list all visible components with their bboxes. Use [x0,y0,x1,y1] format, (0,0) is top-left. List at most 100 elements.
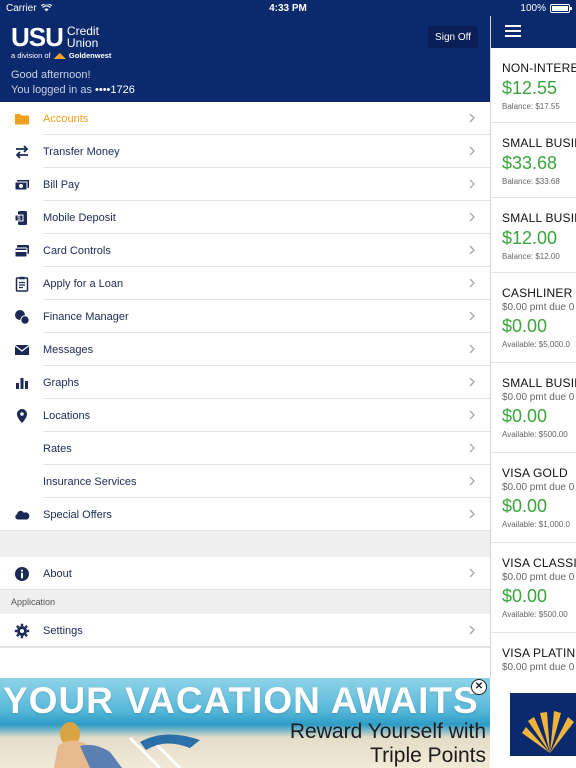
menu-item-transfer-money[interactable]: Transfer Money [0,135,490,168]
account-amount: $0.00 [502,316,548,336]
menu-item-bill-pay[interactable]: Bill Pay [0,168,490,201]
menu-item-graphs[interactable]: Graphs [0,366,490,399]
chevron-right-icon [469,509,475,519]
vacation-ad-banner[interactable]: YOUR VACATION AWAITS Reward Yourself wit… [0,678,490,768]
menu-item-card-controls[interactable]: Card Controls [0,234,490,267]
beach-person-illustration [54,722,122,768]
banner-headline: YOUR VACATION AWAITS [3,680,479,721]
menu-item-insurance-services[interactable]: Insurance Services [0,465,490,498]
account-name: VISA PLATINUM [502,646,576,660]
menu-item-finance-manager[interactable]: Finance Manager [0,300,490,333]
menu-section-gap [0,531,490,557]
carrier-label: Carrier [6,2,37,14]
beach-chair-illustration [128,734,200,768]
goldenwest-icon: ◢◣ [53,51,66,60]
menu-item-about[interactable]: About [0,557,490,590]
account-payment-due: $0.00 pmt due 0 [502,572,575,583]
account-item[interactable]: SMALL BUSINESS $12.00 Balance: $12.00 [491,198,576,273]
menu-item-messages[interactable]: Messages [0,333,490,366]
menu-item-special-offers[interactable]: Special Offers [0,498,490,531]
chevron-right-icon [469,146,475,156]
account-item[interactable]: NON-INTEREST $12.55 Balance: $17.55 [491,48,576,123]
status-bar: Carrier 4:33 PM 100% [0,0,576,16]
menu-item-label: Bill Pay [43,178,80,191]
account-item[interactable]: VISA CLASSIC $0.00 pmt due 0 $0.00 Availabl… [491,543,576,633]
status-right: 100% [520,3,572,14]
menu-item-rates[interactable]: Rates [0,432,490,465]
chevron-right-icon [469,113,475,123]
menu-item-label: About [43,567,72,580]
banner-line-1: Reward Yourself with [289,720,486,743]
map-pin-icon [0,408,43,424]
account-amount: $0.00 [502,406,548,426]
menu-list: Accounts Transfer Money Bill Pay $ Mobil… [0,102,490,688]
chevron-right-icon [469,245,475,255]
transfer-arrows-icon [0,144,43,160]
logo-tagline: a division of ◢◣ Goldenwest [11,51,111,60]
status-left: Carrier [6,3,52,14]
envelope-icon [0,342,43,358]
phone-check-icon: $ [0,210,43,226]
accounts-header [491,16,576,48]
account-payment-due: $0.00 pmt due 0 [502,482,575,493]
close-ad-icon[interactable]: ✕ [471,679,487,695]
wifi-icon [40,4,52,12]
application-section-header: Application [0,590,490,614]
chevron-right-icon [469,568,475,578]
chevron-right-icon [469,344,475,354]
chevron-right-icon [469,311,475,321]
account-item[interactable]: SMALL BUSINESS $33.68 Balance: $33.68 [491,123,576,198]
menu-item-label: Special Offers [43,508,112,521]
account-balance: Balance: $12.00 [502,252,560,261]
logo-partner: Goldenwest [68,51,112,60]
account-amount: $0.00 [502,496,548,516]
chevron-right-icon [469,625,475,635]
battery-icon [550,3,572,13]
greeting-text: Good afternoon! [11,69,91,81]
account-item[interactable]: CASHLINER 3 $0.00 pmt due 0 $0.00 Available… [491,273,576,363]
menu-item-label: Messages [43,343,94,356]
usu-logo: USU Credit Union a division of ◢◣ Golden… [11,24,111,60]
greeting-block: Good afternoon! You logged in as ••••172… [11,68,135,98]
menu-item-locations[interactable]: Locations [0,399,490,432]
menu-header: USU Credit Union a division of ◢◣ Golden… [0,16,490,102]
coins-icon [0,309,43,325]
account-balance: Available: $5,000.0 [502,340,570,349]
account-name: SMALL BUSINESS [502,136,576,150]
cloud-icon [0,507,43,523]
account-payment-due: $0.00 pmt due 0 [502,392,575,403]
menu-item-label: Card Controls [43,244,111,257]
chevron-right-icon [469,212,475,222]
account-item[interactable]: VISA PLATINUM $0.00 pmt due 0 [491,633,576,678]
gear-icon [0,623,43,639]
menu-item-label: Settings [43,624,83,637]
menu-item-label: Accounts [43,112,89,125]
menu-item-mobile-deposit[interactable]: $ Mobile Deposit [0,201,490,234]
menu-item-apply-loan[interactable]: Apply for a Loan [0,267,490,300]
side-ad [490,678,576,768]
account-balance: Available: $500.00 [502,610,568,619]
status-time: 4:33 PM [269,2,307,14]
sign-off-button[interactable]: Sign Off [428,26,478,48]
account-balance: Balance: $33.68 [502,177,560,186]
hamburger-menu-icon[interactable] [505,25,521,37]
account-item[interactable]: SMALL BUSINESS $0.00 pmt due 0 $0.00 Availa… [491,363,576,453]
account-mask: ••••1726 [95,84,135,96]
sunburst-logo-icon [522,711,574,753]
account-payment-due: $0.00 pmt due 0 [502,302,575,313]
hamburger-line [505,25,521,27]
banner-line-2: Triple Points [370,744,486,767]
chevron-right-icon [469,443,475,453]
account-payment-due: $0.00 pmt due 0 [502,662,575,673]
menu-item-accounts[interactable]: Accounts [0,102,490,135]
logo-tagline-text: a division of [11,51,51,60]
account-list: NON-INTEREST $12.55 Balance: $17.55 SMALL B… [491,48,576,678]
account-item[interactable]: VISA GOLD $0.00 pmt due 0 $0.00 Available: … [491,453,576,543]
menu-item-settings[interactable]: Settings [0,614,490,647]
account-name: VISA CLASSIC [502,556,576,570]
account-amount: $12.00 [502,228,558,248]
account-name: NON-INTEREST [502,61,576,75]
cash-icon [0,177,43,193]
accounts-panel: NON-INTEREST $12.55 Balance: $17.55 SMALL B… [490,0,576,678]
logged-in-prefix: You logged in as [11,84,95,96]
